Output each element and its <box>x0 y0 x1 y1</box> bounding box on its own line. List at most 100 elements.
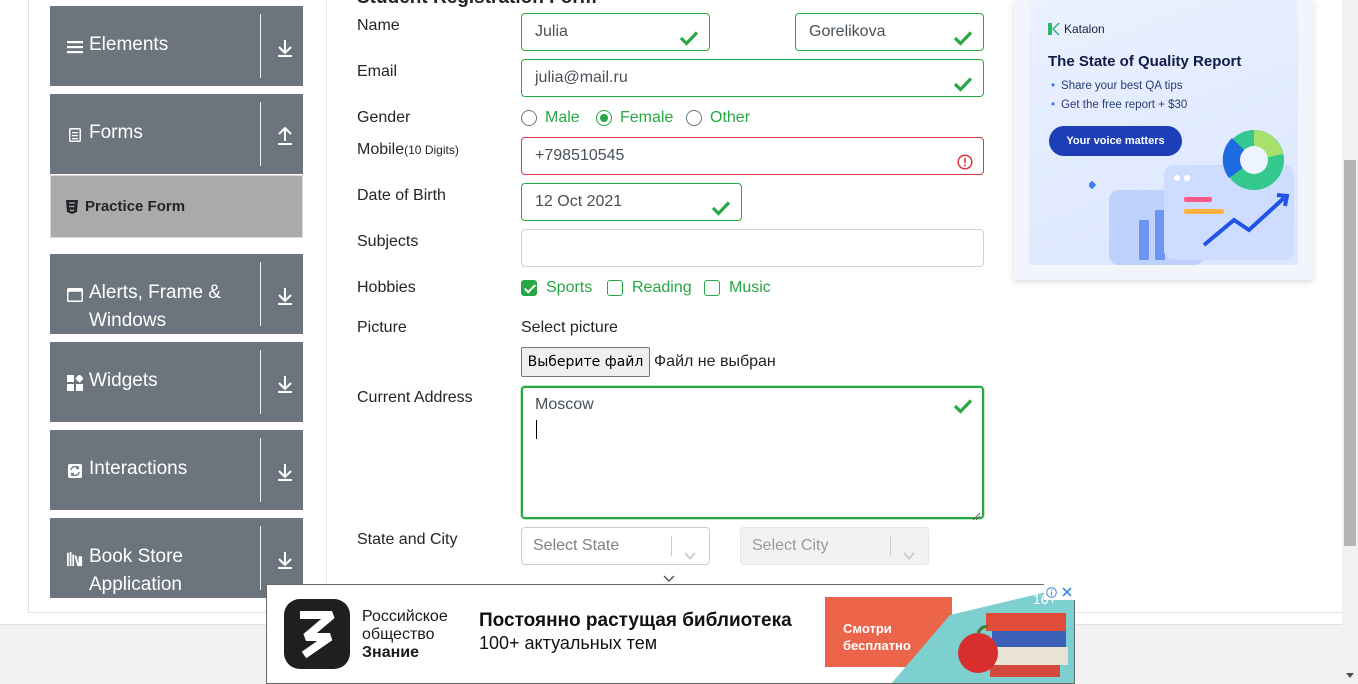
znanie-ad[interactable]: Российское общество Знание Постоянно рас… <box>266 584 1075 684</box>
mobile-value: +798510545 <box>535 147 625 164</box>
org-line: Российское <box>362 608 448 625</box>
upload-arrow-icon[interactable] <box>276 126 294 146</box>
select-separator <box>890 536 891 556</box>
first-name-value: Julia <box>535 23 568 40</box>
state-select[interactable]: Select State <box>521 527 710 565</box>
mobile-label: Mobile(10 Digits) <box>357 141 459 159</box>
sidebar-separator <box>326 0 327 612</box>
org-line: Знание <box>362 644 419 661</box>
interactions-icon <box>67 463 83 479</box>
sidebar-group-interactions[interactable]: Interactions <box>50 430 303 510</box>
katalon-ad[interactable]: Katalon The State of Quality Report Shar… <box>1014 0 1313 280</box>
document-icon <box>67 127 83 143</box>
sidebar-group-label-line2: Windows <box>89 310 167 331</box>
sidebar-group-label: Interactions <box>89 458 188 479</box>
group-divider <box>260 102 261 166</box>
org-line: общество <box>362 626 435 643</box>
radio-label: Male <box>545 109 580 126</box>
valid-check-icon <box>711 194 731 216</box>
valid-check-icon <box>953 24 973 46</box>
valid-check-icon <box>679 24 699 46</box>
gender-radio-other[interactable]: Other <box>686 109 750 127</box>
org-name: Российское общество Знание <box>362 608 448 662</box>
sidebar-group-widgets[interactable]: Widgets <box>50 342 303 422</box>
subjects-label: Subjects <box>357 233 419 250</box>
checkbox-checked[interactable] <box>521 280 537 296</box>
form-title: Student Registration Form <box>357 0 597 9</box>
dob-input[interactable]: 12 Oct 2021 <box>521 183 742 221</box>
error-icon <box>957 148 973 170</box>
ad-subline: 100+ актуальных тем <box>479 633 658 653</box>
books-icon <box>67 551 83 567</box>
resize-grip-icon[interactable] <box>972 507 981 521</box>
ad-banner[interactable]: Katalon The State of Quality Report Shar… <box>1029 0 1298 265</box>
last-name-input[interactable]: Gorelikova <box>795 13 984 51</box>
address-value: Moscow <box>535 396 594 413</box>
first-name-input[interactable]: Julia <box>521 13 710 51</box>
ad-headline: Постоянно растущая библиотека <box>479 610 792 631</box>
sidebar-group-alerts[interactable]: Alerts, Frame & Windows <box>50 254 303 334</box>
list-icon <box>67 39 83 55</box>
mobile-input[interactable]: +798510545 <box>521 137 984 175</box>
ad-bullet: Get the free report + $30 <box>1051 99 1187 111</box>
sidebar-group-forms[interactable]: Forms <box>50 94 303 174</box>
chevron-down-icon[interactable] <box>902 540 916 560</box>
download-arrow-icon[interactable] <box>276 550 294 570</box>
subjects-input[interactable] <box>521 229 984 267</box>
download-arrow-icon[interactable] <box>276 374 294 394</box>
scroll-down-arrow-icon[interactable] <box>1342 668 1358 684</box>
last-name-value: Gorelikova <box>809 23 886 40</box>
radio-label: Other <box>710 109 751 126</box>
choose-file-button[interactable]: Выберите файл <box>521 347 650 377</box>
select-picture-text: Select picture <box>521 319 618 336</box>
sidebar-group-label: Alerts, Frame & <box>89 282 221 303</box>
checkbox[interactable] <box>607 280 623 296</box>
email-input[interactable]: julia@mail.ru <box>521 59 984 97</box>
radio-circle[interactable] <box>521 110 537 126</box>
report-illustration <box>1089 130 1294 265</box>
sidebar-item-label: Practice Form <box>85 198 186 215</box>
checkbox-label: Music <box>729 279 771 296</box>
hobby-checkbox-reading[interactable]: Reading <box>607 279 692 297</box>
ad-title: The State of Quality Report <box>1048 53 1242 70</box>
html5-icon <box>66 200 78 214</box>
radio-circle[interactable] <box>686 110 702 126</box>
group-divider <box>260 14 261 78</box>
email-label: Email <box>357 63 398 80</box>
gender-radio-male[interactable]: Male <box>521 109 580 127</box>
city-select[interactable]: Select City <box>740 527 929 565</box>
gender-radio-female[interactable]: Female <box>596 109 673 127</box>
group-divider <box>260 350 261 414</box>
chevron-down-icon[interactable] <box>683 540 697 560</box>
group-divider <box>260 526 261 590</box>
sidebar-group-label: Widgets <box>89 370 158 391</box>
download-arrow-icon[interactable] <box>276 462 294 482</box>
frame-border-left <box>28 0 29 612</box>
scrollbar-thumb[interactable] <box>1344 160 1356 546</box>
ad-bullet: Share your best QA tips <box>1051 80 1182 92</box>
download-arrow-icon[interactable] <box>276 286 294 306</box>
file-status: Файл не выбран <box>654 353 776 370</box>
hobby-checkbox-music[interactable]: Music <box>704 279 771 297</box>
mobile-label-text: Mobile <box>357 141 405 158</box>
radio-label: Female <box>620 109 674 126</box>
ad-close-icon[interactable] <box>1059 584 1074 600</box>
state-placeholder: Select State <box>533 537 620 554</box>
sidebar-group-label: Forms <box>89 122 143 143</box>
city-placeholder: Select City <box>752 537 829 554</box>
ad-controls <box>1044 584 1075 600</box>
checkbox[interactable] <box>704 280 720 296</box>
radio-circle-selected[interactable] <box>596 110 612 126</box>
download-arrow-icon[interactable] <box>276 38 294 58</box>
sidebar-item-practice-form[interactable]: Practice Form <box>50 175 303 238</box>
address-label: Current Address <box>357 389 473 406</box>
select-separator <box>671 536 672 556</box>
hobby-checkbox-sports[interactable]: Sports <box>521 279 592 297</box>
sidebar-group-elements[interactable]: Elements <box>50 6 303 86</box>
checkbox-label: Reading <box>632 279 692 296</box>
current-address-textarea[interactable]: Moscow <box>521 386 984 521</box>
ad-info-icon[interactable] <box>1044 584 1059 600</box>
znanie-logo-icon <box>284 599 350 669</box>
checkbox-label: Sports <box>546 279 593 296</box>
widgets-icon <box>67 375 83 391</box>
